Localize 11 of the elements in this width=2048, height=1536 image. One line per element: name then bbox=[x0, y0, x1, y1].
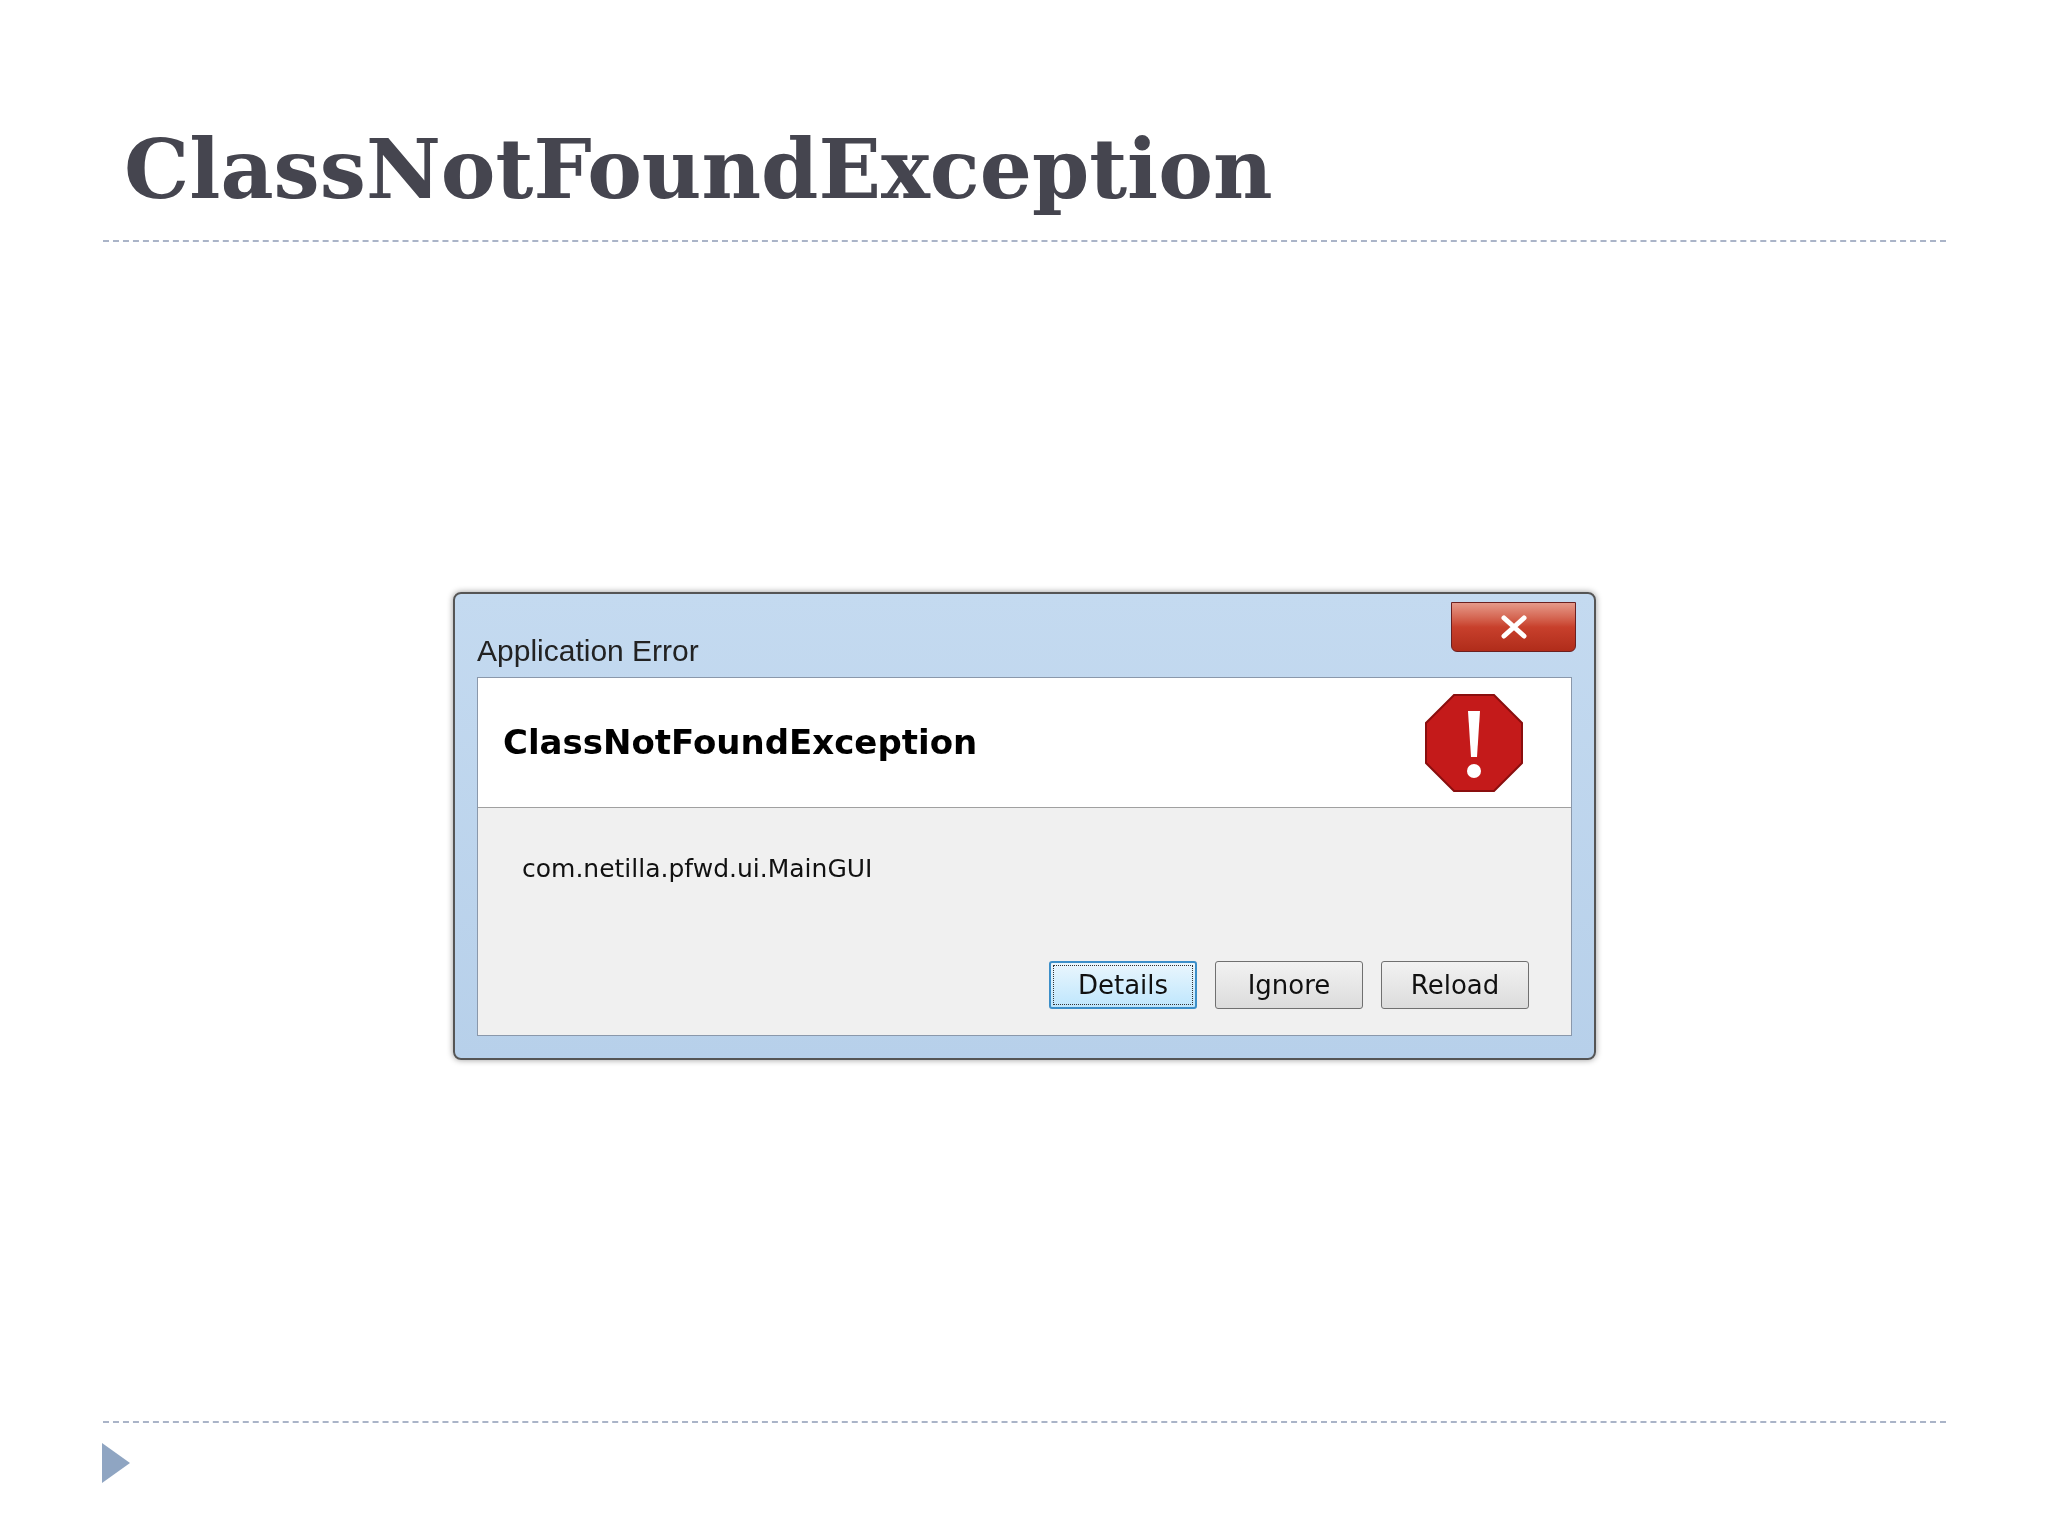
dialog-button[interactable]: Ignore bbox=[1215, 961, 1363, 1009]
close-icon bbox=[1499, 615, 1528, 639]
triangle-bullet-icon bbox=[102, 1443, 130, 1483]
error-message: com.netilla.pfwd.ui.MainGUI bbox=[522, 854, 873, 883]
error-heading: ClassNotFoundException bbox=[503, 721, 978, 764]
close-button[interactable] bbox=[1451, 602, 1576, 652]
error-stop-icon bbox=[1424, 692, 1524, 793]
dialog-button[interactable]: Details bbox=[1049, 961, 1197, 1009]
window-title: Application Error bbox=[477, 633, 699, 669]
slide-title: ClassNotFoundException bbox=[124, 120, 1273, 219]
dialog-button[interactable]: Reload bbox=[1381, 961, 1529, 1009]
